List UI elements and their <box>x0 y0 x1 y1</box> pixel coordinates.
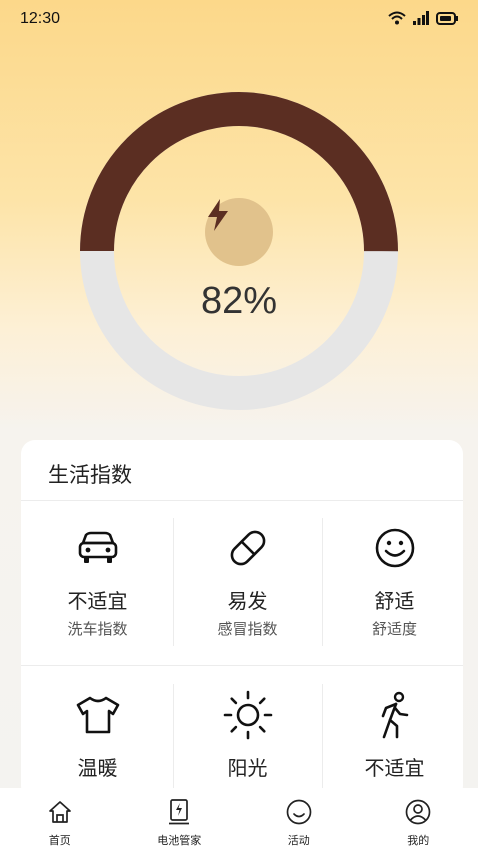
battery-percent: 82% <box>200 280 278 322</box>
battery-status-icon <box>436 11 458 25</box>
index-label: 洗车指数 <box>67 620 128 638</box>
index-item-comfort[interactable]: 舒适 舒适度 <box>321 523 463 639</box>
battery-manager-icon <box>169 799 190 825</box>
bottom-tab-bar: 首页 电池管家 活动 我的 <box>0 788 478 850</box>
signal-icon <box>413 11 429 25</box>
walking-icon <box>381 691 408 739</box>
index-value: 不适宜 <box>364 756 425 780</box>
index-value: 舒适 <box>374 589 415 613</box>
tab-home[interactable]: 首页 <box>0 788 120 850</box>
index-value: 不适宜 <box>67 589 128 613</box>
wifi-icon <box>388 11 406 25</box>
tab-profile[interactable]: 我的 <box>359 788 478 850</box>
life-index-card: 生活指数 不适宜 洗车指数 易发 感冒指数 舒适 舒适度 温暖 阳光 不适宜 <box>21 440 463 800</box>
index-value: 温暖 <box>77 756 118 780</box>
lightning-bolt-icon <box>208 199 228 231</box>
index-item-sunshine[interactable]: 阳光 <box>174 690 321 781</box>
car-icon <box>78 531 117 563</box>
sun-icon <box>223 690 272 740</box>
status-time: 12:30 <box>20 10 61 27</box>
tab-battery-manager[interactable]: 电池管家 <box>120 788 240 850</box>
pill-icon <box>230 530 265 566</box>
charging-badge <box>205 198 273 266</box>
tab-label: 活动 <box>287 834 310 847</box>
index-label: 感冒指数 <box>217 620 278 638</box>
home-icon <box>48 801 71 823</box>
tab-activity[interactable]: 活动 <box>239 788 359 850</box>
index-item-car-wash[interactable]: 不适宜 洗车指数 <box>24 523 171 639</box>
tab-label: 首页 <box>48 834 71 847</box>
status-icons <box>388 11 458 25</box>
profile-icon <box>405 799 431 825</box>
row-divider <box>21 665 463 666</box>
smiley-icon <box>375 528 414 568</box>
card-divider <box>21 500 463 501</box>
index-value: 易发 <box>227 589 268 613</box>
activity-smile-icon <box>286 799 312 825</box>
life-index-title: 生活指数 <box>48 463 132 487</box>
status-bar: 12:30 <box>0 0 478 40</box>
index-item-exercise[interactable]: 不适宜 <box>321 690 463 781</box>
battery-gauge: 82% <box>80 92 398 410</box>
tab-label: 电池管家 <box>157 834 202 847</box>
tab-label: 我的 <box>407 834 430 847</box>
tshirt-icon <box>76 696 119 734</box>
index-label: 舒适度 <box>371 620 417 638</box>
index-value: 阳光 <box>227 756 268 780</box>
index-item-dressing[interactable]: 温暖 <box>24 690 171 781</box>
index-item-cold[interactable]: 易发 感冒指数 <box>174 523 321 639</box>
